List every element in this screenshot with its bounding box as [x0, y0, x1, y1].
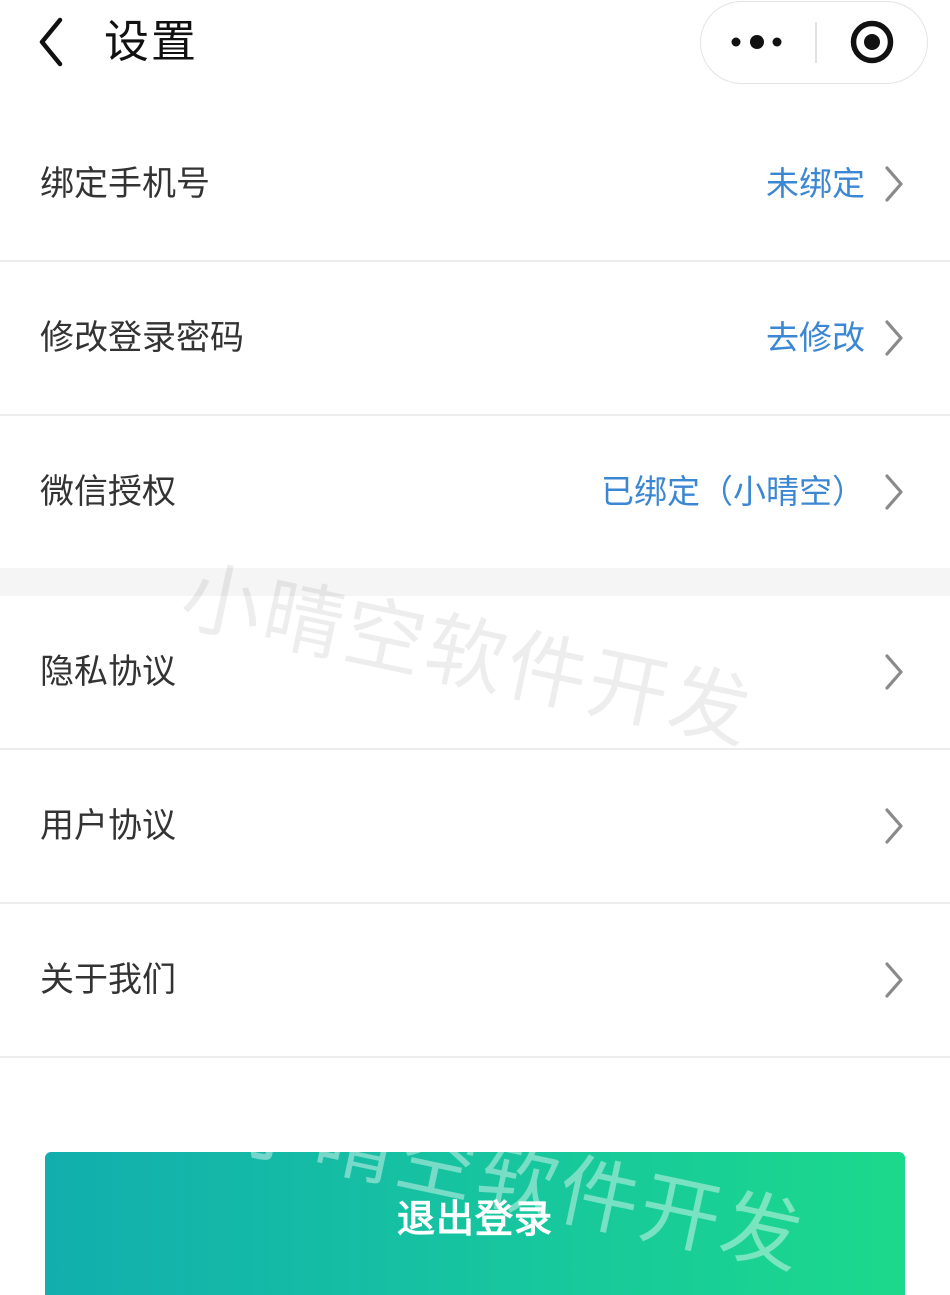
chevron-right-icon	[880, 164, 906, 204]
settings-group-about: 隐私协议 用户协议 关于我们	[0, 596, 950, 1058]
setting-value: 已绑定（小晴空）	[601, 473, 865, 510]
target-icon	[850, 20, 894, 64]
setting-row-privacy-policy[interactable]: 隐私协议	[0, 596, 950, 750]
setting-row-user-agreement[interactable]: 用户协议	[0, 750, 950, 904]
setting-label: 关于我们	[40, 961, 176, 999]
logout-label: 退出登录	[396, 1199, 553, 1241]
setting-value: 去修改	[766, 319, 865, 356]
setting-row-about-us[interactable]: 关于我们	[0, 904, 950, 1058]
more-dots-icon	[731, 35, 782, 49]
setting-row-bind-phone[interactable]: 绑定手机号 未绑定	[0, 108, 950, 262]
chevron-right-icon	[880, 960, 906, 1000]
chevron-left-icon	[39, 17, 63, 67]
setting-label: 隐私协议	[40, 653, 176, 691]
logout-button[interactable]: 退出登录 小晴空软件开发	[45, 1152, 905, 1295]
mini-program-capsule	[700, 1, 928, 84]
setting-label: 微信授权	[40, 473, 176, 511]
section-gap	[0, 568, 950, 596]
more-menu-button[interactable]	[701, 2, 815, 82]
nav-bar: 设置	[0, 0, 950, 108]
setting-row-change-password[interactable]: 修改登录密码 去修改	[0, 262, 950, 416]
setting-label: 绑定手机号	[40, 165, 210, 203]
setting-value: 未绑定	[766, 165, 865, 202]
setting-label: 用户协议	[40, 807, 176, 845]
setting-label: 修改登录密码	[40, 319, 244, 357]
settings-group-account: 绑定手机号 未绑定 修改登录密码 去修改 微信授权 已绑定（小晴空）	[0, 108, 950, 568]
chevron-right-icon	[880, 472, 906, 512]
back-button[interactable]	[28, 10, 76, 74]
chevron-right-icon	[880, 806, 906, 846]
page-title: 设置	[104, 16, 199, 67]
chevron-right-icon	[880, 652, 906, 692]
setting-row-wechat-auth[interactable]: 微信授权 已绑定（小晴空）	[0, 416, 950, 568]
close-mini-program-button[interactable]	[817, 2, 927, 82]
chevron-right-icon	[880, 318, 906, 358]
